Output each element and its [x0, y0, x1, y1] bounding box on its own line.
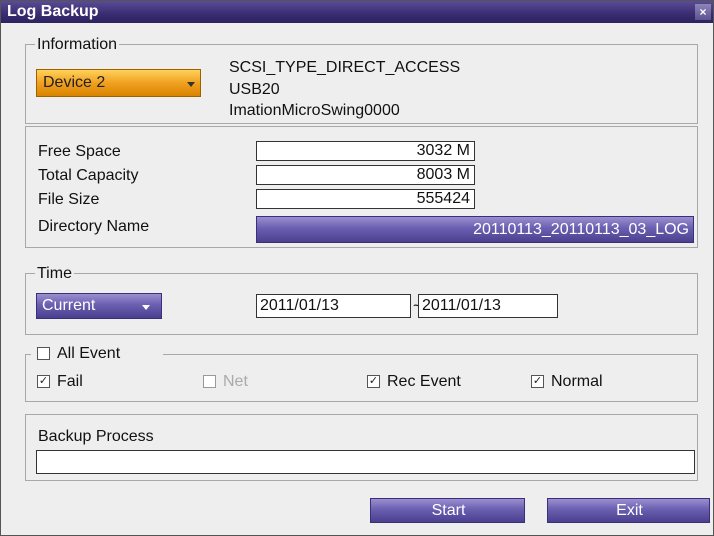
- normal-checkbox[interactable]: ✓ Normal: [531, 372, 651, 392]
- rec-event-label: Rec Event: [387, 373, 461, 390]
- free-space-value: 3032 M: [256, 141, 475, 161]
- time-legend: Time: [35, 265, 74, 283]
- chevron-down-icon: [142, 305, 150, 310]
- fail-check-icon: ✓: [37, 375, 50, 388]
- fail-checkbox[interactable]: ✓ Fail: [37, 372, 117, 392]
- backup-process-label: Backup Process: [38, 428, 154, 445]
- net-label: Net: [223, 373, 248, 390]
- information-legend: Information: [35, 36, 120, 54]
- rec-event-check-icon: ✓: [367, 375, 380, 388]
- total-capacity-label: Total Capacity: [38, 167, 139, 184]
- directory-name-label: Directory Name: [38, 218, 150, 235]
- total-capacity-value: 8003 M: [256, 165, 475, 185]
- all-event-checkbox[interactable]: All Event: [31, 344, 163, 364]
- exit-button[interactable]: Exit: [547, 498, 710, 523]
- time-mode-label: Current: [42, 297, 96, 314]
- start-button-label: Start: [431, 502, 466, 519]
- exit-button-label: Exit: [616, 502, 643, 519]
- start-button[interactable]: Start: [370, 498, 525, 523]
- chevron-down-icon: [187, 82, 195, 87]
- log-backup-dialog: Log Backup × Information Device 2 SCSI_T…: [0, 0, 714, 536]
- close-icon: ×: [699, 5, 707, 19]
- net-check-icon: [203, 375, 216, 388]
- net-checkbox: Net: [203, 372, 283, 392]
- fail-label: Fail: [57, 373, 83, 390]
- backup-progress-bar: [36, 450, 695, 474]
- rec-event-checkbox[interactable]: ✓ Rec Event: [367, 372, 507, 392]
- device-interface: USB20: [229, 81, 280, 98]
- time-mode-select[interactable]: Current: [36, 293, 162, 319]
- all-event-label: All Event: [57, 345, 121, 362]
- normal-check-icon: ✓: [531, 375, 544, 388]
- directory-name-field[interactable]: 20110113_20110113_03_LOG: [256, 216, 694, 243]
- device-select-label: Device 2: [43, 74, 106, 91]
- file-size-value: 555424: [256, 189, 475, 209]
- end-date-field[interactable]: 2011/01/13: [418, 294, 558, 318]
- all-event-check-icon: [37, 347, 50, 360]
- device-model: ImationMicroSwing0000: [229, 102, 400, 119]
- dialog-title: Log Backup: [7, 3, 99, 20]
- free-space-label: Free Space: [38, 143, 121, 160]
- close-button[interactable]: ×: [695, 4, 711, 20]
- file-size-label: File Size: [38, 191, 100, 208]
- directory-name-value: 20110113_20110113_03_LOG: [473, 221, 689, 238]
- device-type: SCSI_TYPE_DIRECT_ACCESS: [229, 59, 461, 76]
- normal-label: Normal: [551, 373, 603, 390]
- device-select[interactable]: Device 2: [36, 69, 201, 97]
- start-date-field[interactable]: 2011/01/13: [256, 294, 411, 318]
- title-bar[interactable]: Log Backup ×: [1, 1, 713, 23]
